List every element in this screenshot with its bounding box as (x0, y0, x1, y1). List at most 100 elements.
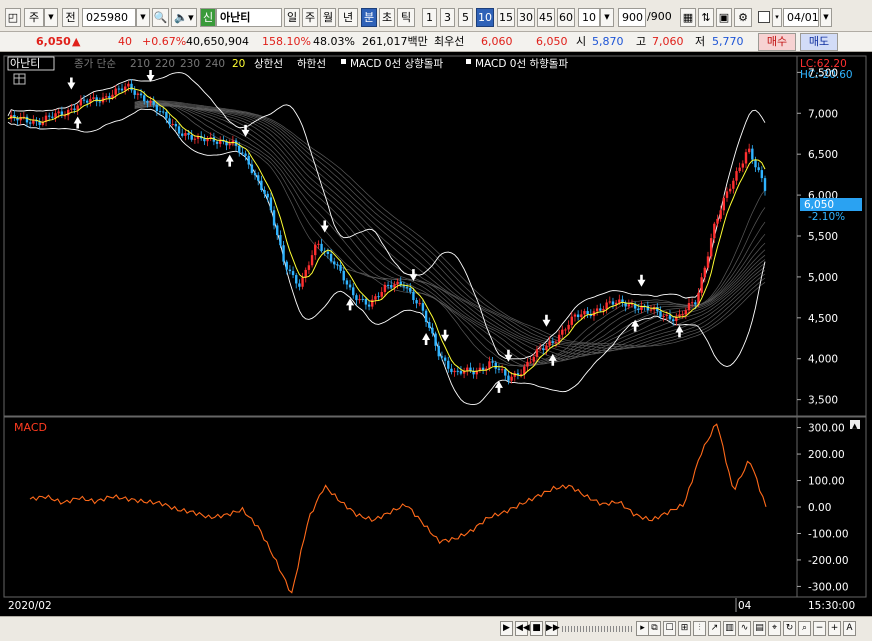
interval-15[interactable]: 15 (497, 8, 515, 27)
checkbox-icon[interactable]: ☐ (663, 621, 676, 636)
candle-body (687, 303, 691, 311)
period-week[interactable]: 주 (302, 8, 318, 27)
candle-body (747, 148, 751, 153)
interval-select[interactable]: 10 (578, 8, 600, 27)
candle-body (162, 111, 165, 113)
speaker-icon[interactable]: 🔈▾ (171, 8, 197, 27)
trend-icon[interactable]: ↗ (708, 621, 721, 636)
cursor-icon[interactable]: ⌖ (768, 621, 781, 636)
gear-icon[interactable]: ⚙ (734, 8, 752, 27)
layout-icon[interactable]: ▤ (753, 621, 766, 636)
stop-icon[interactable]: ■ (530, 621, 543, 636)
candle-body (741, 163, 745, 168)
interval-45[interactable]: 45 (537, 8, 555, 27)
interval-1[interactable]: 1 (422, 8, 437, 27)
code-input[interactable]: 025980 (82, 8, 136, 27)
sort-icon[interactable]: ⇅ (698, 8, 714, 27)
date-dropdown-icon[interactable]: ▼ (820, 8, 832, 27)
macd-down-arrow-icon (441, 329, 450, 342)
grid-icon[interactable]: ▦ (680, 8, 696, 27)
candle-body (564, 329, 567, 331)
interval-30-label: 30 (519, 11, 533, 24)
period-day[interactable]: 일 (284, 8, 300, 27)
forward-icon[interactable]: ▶▶ (545, 621, 560, 636)
candle-body (181, 133, 184, 136)
grid-small-icon[interactable]: ⊞ (678, 621, 691, 636)
play-icon[interactable]: ▶ (500, 621, 513, 636)
candle-body (250, 164, 254, 173)
candle-body (557, 334, 561, 343)
candle-body (92, 97, 95, 99)
candle-body (526, 361, 529, 367)
candle-body (364, 298, 368, 305)
zoom-icon[interactable]: ⌕ (798, 621, 811, 636)
save-icon[interactable]: ▣ (716, 8, 732, 27)
window-icon[interactable]: ◰ (5, 8, 21, 27)
chart-svg[interactable]: 아난티 종가 단순 210 220 230 240 20 상한선 하한선 MAC… (0, 52, 872, 620)
candle-body (342, 270, 345, 281)
candle-body (491, 361, 494, 363)
period-year[interactable]: 년 (338, 8, 358, 27)
legend-ma-20: 20 (232, 58, 245, 70)
market-dropdown-icon[interactable]: ▼ (44, 8, 58, 27)
scroll-slider[interactable] (562, 626, 634, 632)
candle-body (114, 88, 117, 95)
interval-3-label: 3 (444, 11, 451, 24)
candle-body (104, 96, 108, 98)
legend-ma-type: 종가 단순 (74, 58, 116, 70)
wave-icon[interactable]: ∿ (738, 621, 751, 636)
period-second[interactable]: 초 (379, 8, 395, 27)
candle-body (85, 100, 89, 103)
interval-30[interactable]: 30 (517, 8, 535, 27)
copy-icon[interactable]: ⧉ (648, 621, 661, 636)
candle-body (348, 284, 352, 288)
macd-up-arrow-icon (225, 154, 234, 167)
interval-select-value: 10 (582, 11, 596, 24)
candle-body (440, 356, 444, 358)
period-month[interactable]: 월 (320, 8, 336, 27)
candle-body (352, 287, 355, 296)
macd-tick-label: 300.00 (808, 423, 845, 435)
period-minute[interactable]: 분 (361, 8, 377, 27)
legend-macd-up: MACD 0선 상향돌파 (350, 58, 443, 70)
candle-body (409, 287, 412, 292)
buy-button[interactable]: 매수 (758, 33, 796, 51)
interval-60[interactable]: 60 (557, 8, 575, 27)
rewind-icon[interactable]: ◀◀ (515, 621, 530, 636)
plus-icon[interactable]: + (828, 621, 841, 636)
candle-body (681, 314, 684, 316)
candle-body (706, 256, 710, 268)
candle-body (532, 356, 535, 362)
search-icon[interactable]: 🔍 (152, 8, 169, 27)
jeon-button[interactable]: 전 (62, 8, 79, 27)
period-tick[interactable]: 틱 (397, 8, 415, 27)
candle-body (82, 99, 86, 101)
interval-3[interactable]: 3 (440, 8, 455, 27)
candle-body (500, 369, 504, 371)
date-spin-icon[interactable]: ▾ (772, 8, 782, 27)
candle-body (694, 302, 697, 305)
chart-type-icon[interactable]: ⫶ (693, 621, 706, 636)
bars-icon[interactable]: ▥ (723, 621, 736, 636)
count-input[interactable]: 900 (618, 8, 646, 27)
high-label: 고 (636, 35, 647, 48)
interval-5[interactable]: 5 (458, 8, 473, 27)
stock-name-field[interactable]: 아난티 (216, 8, 282, 27)
candle-body (535, 349, 539, 357)
candle-body (98, 101, 102, 103)
code-dropdown-icon[interactable]: ▼ (136, 8, 150, 27)
refresh-icon[interactable]: ↻ (783, 621, 796, 636)
interval-10[interactable]: 10 (476, 8, 494, 27)
date-checkbox[interactable] (758, 11, 770, 23)
candle-body (158, 111, 162, 113)
sell-button[interactable]: 매도 (800, 33, 838, 51)
market-select[interactable]: 주 (24, 8, 44, 27)
date-input[interactable]: 04/01 (783, 8, 819, 27)
minus-icon[interactable]: − (813, 621, 826, 636)
interval-dropdown-icon[interactable]: ▼ (600, 8, 614, 27)
candle-body (637, 308, 640, 311)
candle-body (725, 191, 729, 198)
font-size-icon[interactable]: A (843, 621, 856, 636)
candle-body (434, 333, 437, 346)
chart-area[interactable]: 아난티 종가 단순 210 220 230 240 20 상한선 하한선 MAC… (0, 52, 872, 620)
